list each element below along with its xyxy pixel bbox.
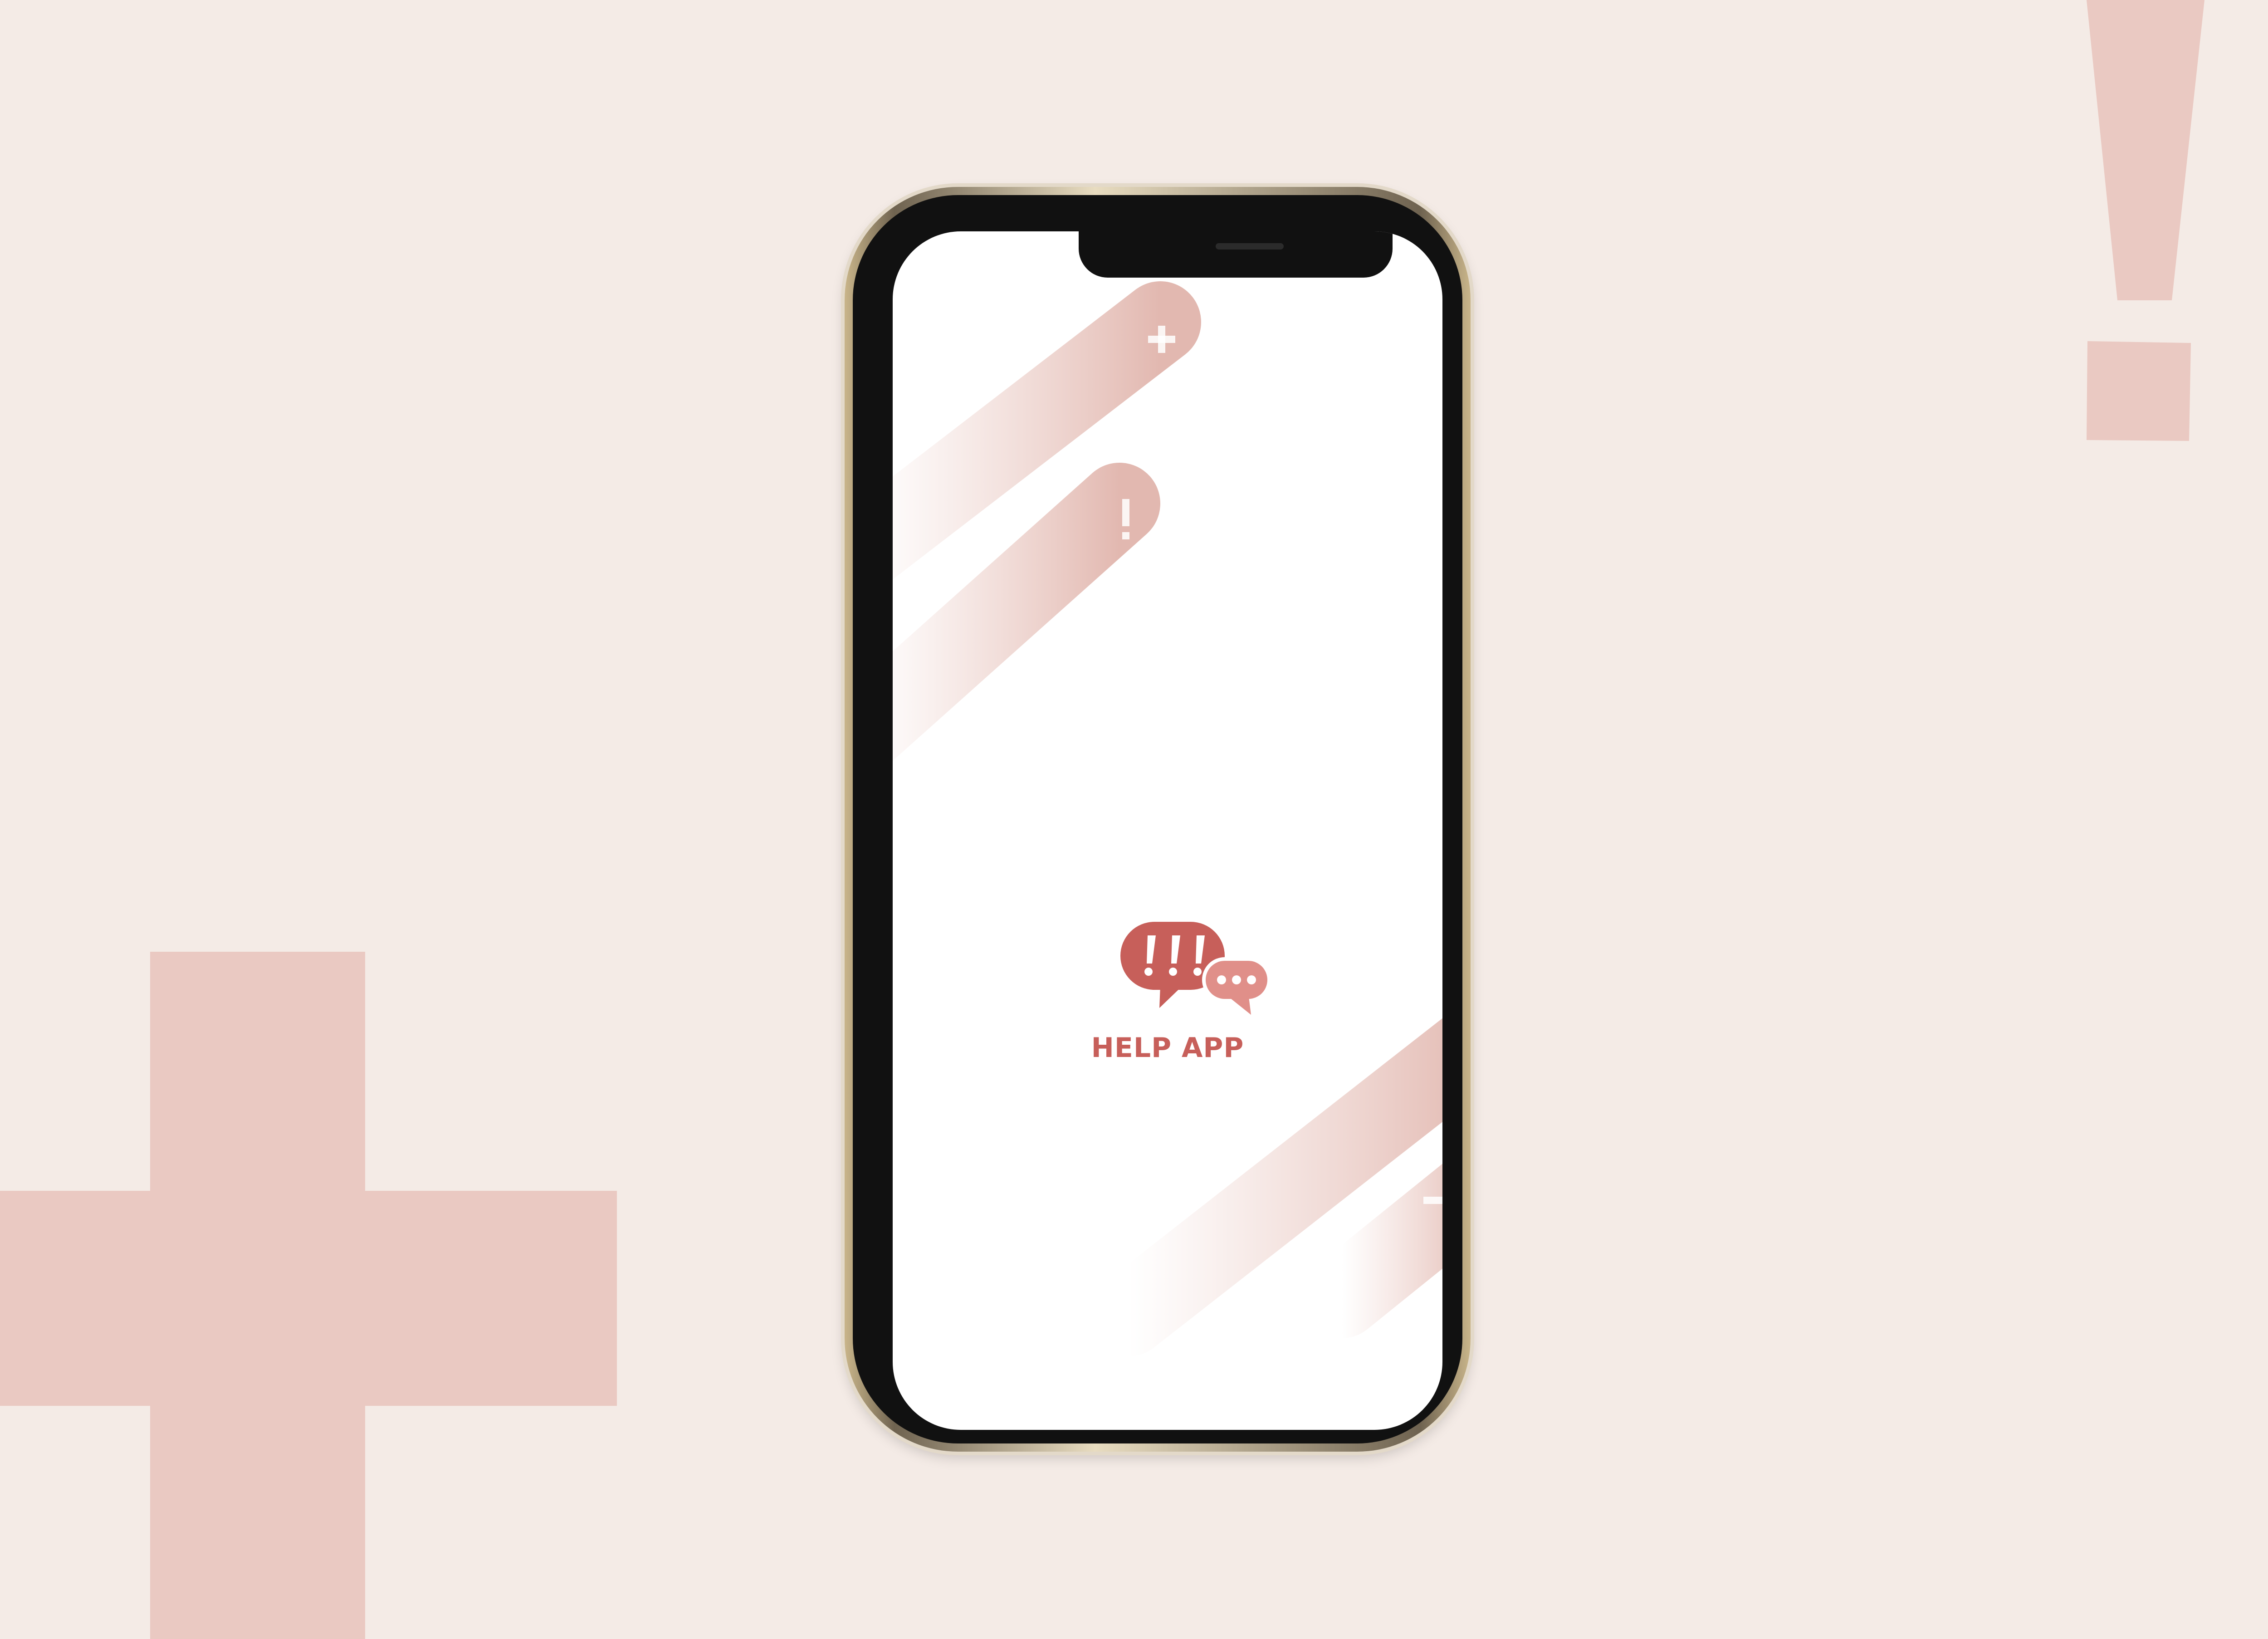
splash-screen: HELP APP xyxy=(893,231,1442,1430)
phone-bezel: HELP APP xyxy=(853,195,1462,1443)
app-title: HELP APP xyxy=(1091,1032,1244,1064)
speech-bubbles-icon xyxy=(1120,922,1271,1015)
phone-frame: HELP APP xyxy=(845,187,1471,1452)
stripe-bottom-2 xyxy=(1301,1164,1442,1338)
phone-notch xyxy=(1079,231,1393,278)
speaker-grille xyxy=(1216,243,1284,250)
background-exclamation-icon xyxy=(2087,0,2204,441)
exclamation-icon xyxy=(1122,499,1129,539)
background-plus-horizontal xyxy=(0,1191,617,1406)
typing-bubble-icon xyxy=(1202,957,1271,1015)
screen-decoration xyxy=(893,281,1442,1356)
